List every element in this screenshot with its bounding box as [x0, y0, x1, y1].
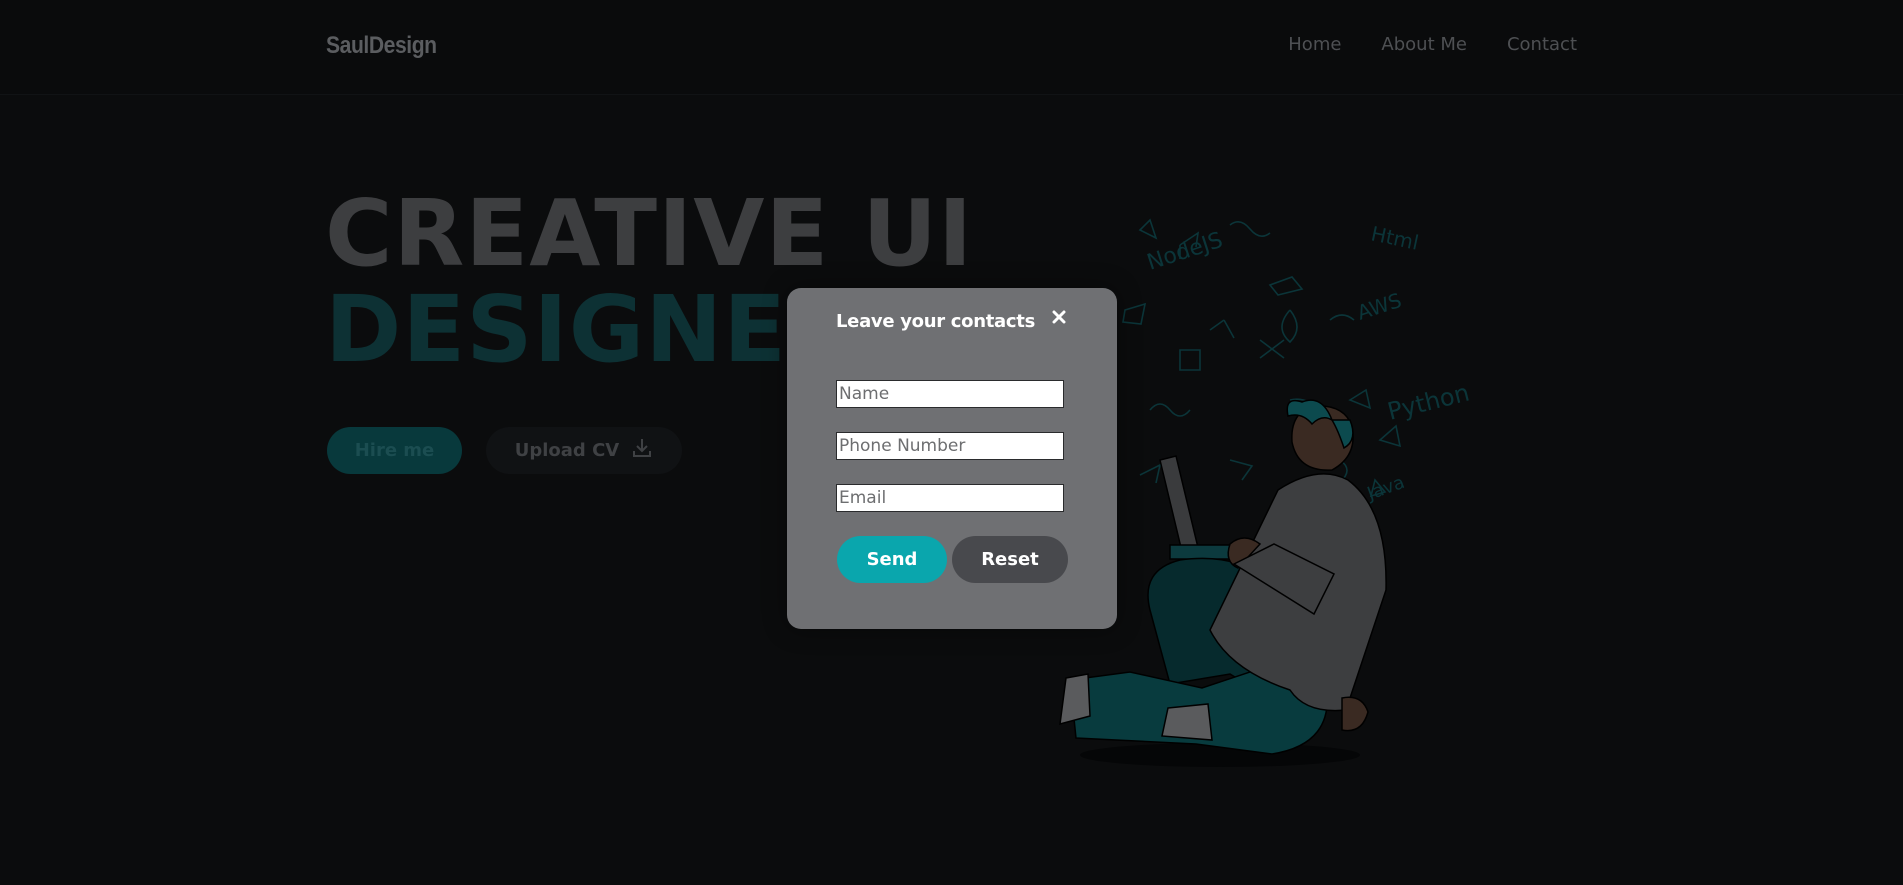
close-icon[interactable] — [1050, 306, 1068, 328]
main-nav: Home About Me Contact — [1288, 34, 1577, 55]
nav-home-link[interactable]: Home — [1288, 34, 1341, 55]
email-input[interactable] — [836, 484, 1064, 512]
svg-text:NodeJS: NodeJS — [1144, 228, 1226, 276]
page-background: SaulDesign Home About Me Contact CREATIV… — [0, 0, 1903, 885]
hire-me-button[interactable]: Hire me — [327, 427, 462, 474]
upload-cv-label: Upload CV — [514, 440, 620, 461]
hire-me-label: Hire me — [354, 440, 435, 461]
nav-contact-link[interactable]: Contact — [1507, 34, 1577, 55]
reset-button[interactable]: Reset — [952, 536, 1068, 583]
download-icon — [631, 437, 653, 464]
nav-about-link[interactable]: About Me — [1381, 34, 1467, 55]
svg-text:Python: Python — [1385, 379, 1473, 426]
navbar: SaulDesign Home About Me Contact — [0, 0, 1903, 95]
hero-title-line2: DESIGNER — [325, 276, 859, 383]
name-input[interactable] — [836, 380, 1064, 408]
phone-input[interactable] — [836, 432, 1064, 460]
svg-text:Java: Java — [1364, 472, 1408, 505]
upload-cv-button[interactable]: Upload CV — [486, 427, 682, 474]
send-button[interactable]: Send — [837, 536, 947, 583]
modal-title: Leave your contacts — [836, 311, 1035, 332]
hero-title-line1: CREATIVE UI — [325, 180, 974, 287]
contact-modal: Leave your contacts Send Reset — [787, 288, 1117, 629]
svg-text:Html: Html — [1369, 221, 1421, 254]
site-logo[interactable]: SaulDesign — [326, 32, 437, 60]
svg-text:AWS: AWS — [1354, 288, 1404, 325]
